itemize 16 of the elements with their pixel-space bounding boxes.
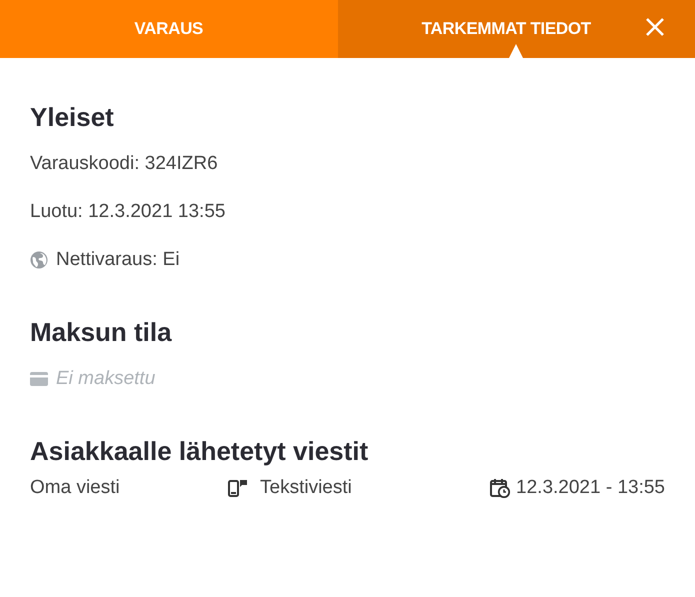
phone-message-icon (228, 479, 248, 497)
tab[interactable]: TARKEMMAT TIEDOT (338, 0, 695, 58)
message-type: Tekstiviesti (260, 477, 352, 499)
message-name: Oma viesti (30, 477, 121, 499)
globe-icon (30, 251, 48, 269)
payment-status: Ei maksettu (56, 367, 156, 391)
section-heading: Yleiset (30, 102, 115, 133)
credit-card-icon (30, 372, 48, 386)
message-date: 12.3.2021 - 13:55 (516, 477, 665, 499)
section-heading: Asiakkaalle lähetetyt viestit (30, 436, 370, 467)
info-text: Nettivaraus: Ei (56, 248, 180, 272)
info-text: Luotu: 12.3.2021 13:55 (30, 200, 226, 224)
section-heading: Maksun tila (30, 317, 173, 348)
calendar-clock-icon (490, 478, 510, 498)
info-text: Varauskoodi: 324IZR6 (30, 152, 219, 176)
close-icon[interactable] (645, 17, 665, 37)
